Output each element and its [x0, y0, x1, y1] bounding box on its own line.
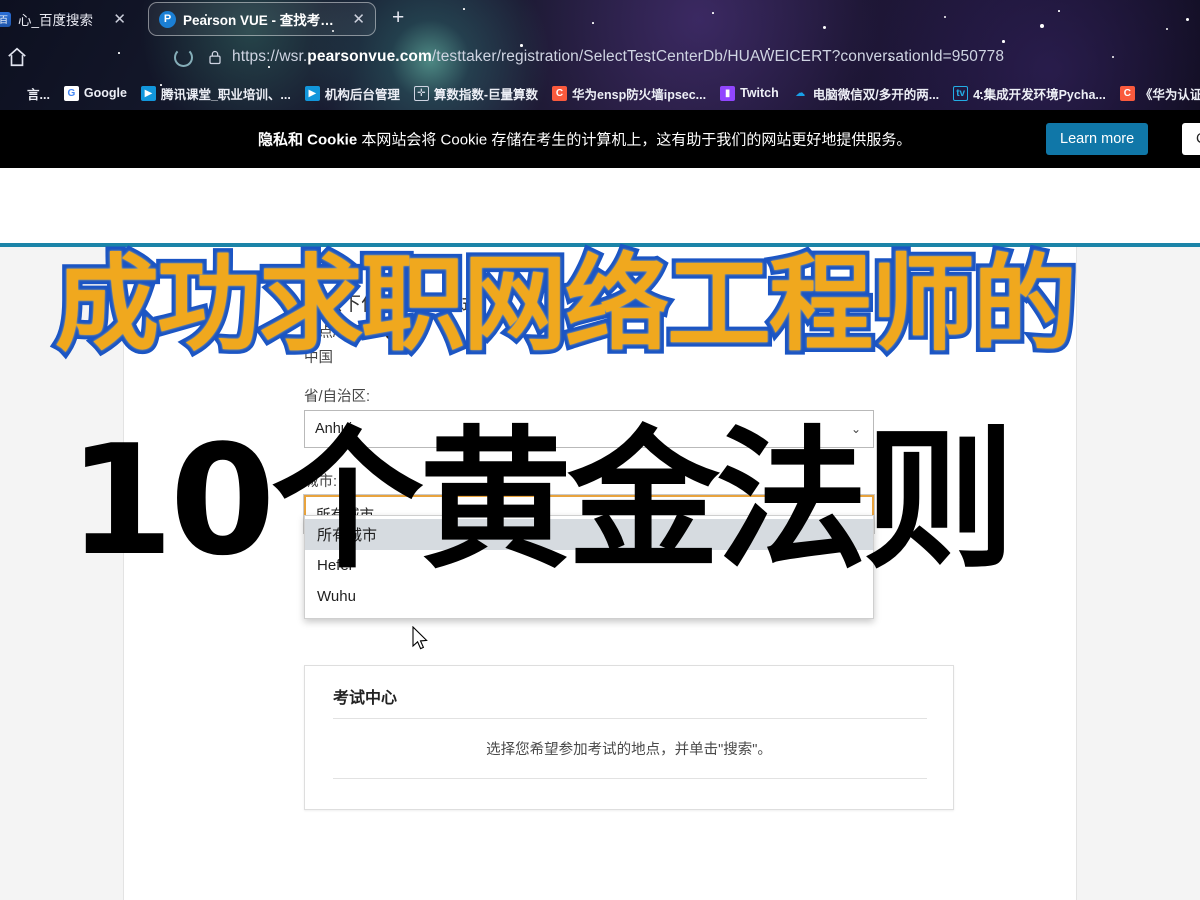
globe-icon: ✛	[413, 85, 429, 101]
url-path: /testtaker/registration/SelectTestCenter…	[431, 48, 1005, 65]
url-prefix: https://wsr.	[232, 48, 308, 65]
reload-icon[interactable]	[174, 47, 193, 67]
bookmarks-bar: 言... G Google ▶ 腾讯课堂_职业培训、... ▶ 机构后台管理 ✛…	[0, 78, 1200, 108]
bookmark-label: 电脑微信双/多开的两...	[812, 87, 940, 102]
url-text[interactable]: https://wsr.pearsonvue.com/testtaker/reg…	[232, 48, 1004, 66]
cookie-message: 隐私和 Cookie 本网站会将 Cookie 存储在考生的计算机上，这有助于我…	[258, 129, 911, 150]
google-icon: G	[63, 85, 79, 101]
csdn-icon: C	[552, 85, 568, 101]
overlay-caption-line2: 10个黄金法则	[68, 412, 1016, 589]
bookmark-item-tencent[interactable]: ▶ 腾讯课堂_职业培训、...	[134, 84, 298, 103]
close-banner-button[interactable]: Cl	[1182, 123, 1200, 155]
admin-icon: ▶	[304, 85, 320, 101]
results-divider-top	[333, 718, 927, 719]
baidu-icon: 百	[0, 11, 11, 27]
bookmark-label: 华为ensp防火墙ipsec...	[572, 87, 707, 102]
cloud-icon: ☁	[795, 87, 806, 99]
close-icon[interactable]: ✕	[113, 10, 126, 28]
learn-more-button[interactable]: Learn more	[1046, 123, 1149, 155]
tab-label: 心_百度搜索	[18, 13, 94, 28]
tab-strip: 百 心_百度搜索 ✕ P Pearson VUE - 查找考试中心 ✕ +	[0, 0, 1200, 38]
bookmark-label: 《华为认证	[1139, 87, 1200, 102]
browser-tab-baidu[interactable]: 百 心_百度搜索 ✕	[0, 2, 136, 36]
overlay-caption-line1: 成功求职网络工程师的	[50, 243, 1081, 365]
lock-icon	[207, 48, 223, 67]
results-title: 考试中心	[333, 690, 398, 707]
home-icon[interactable]	[6, 46, 28, 68]
tencent-icon: ▶	[140, 85, 156, 101]
close-icon[interactable]: ✕	[352, 10, 365, 28]
bookmark-item-huawei-ensp[interactable]: C 华为ensp防火墙ipsec...	[545, 84, 713, 103]
cookie-consent-banner: 隐私和 Cookie 本网站会将 Cookie 存储在考生的计算机上，这有助于我…	[0, 110, 1200, 168]
bookmark-item-huawei-cert[interactable]: C 《华为认证	[1113, 84, 1200, 103]
bookmark-item-0[interactable]: 言...	[0, 84, 57, 103]
bookmark-label: Google	[83, 86, 127, 100]
bookmark-label: Twitch	[740, 86, 779, 100]
bookmark-item-twitch[interactable]: ▮ Twitch	[713, 85, 786, 101]
bookmark-item-pycharm[interactable]: tv 4.集成开发环境Pycha...	[946, 84, 1113, 103]
mouse-pointer	[412, 626, 428, 650]
bilibili-icon: tv	[953, 85, 969, 101]
url-domain: pearsonvue.com	[307, 48, 432, 65]
site-header	[0, 168, 1200, 243]
bookmark-label: 腾讯课堂_职业培训、...	[160, 87, 291, 102]
browser-chrome: 百 心_百度搜索 ✕ P Pearson VUE - 查找考试中心 ✕ + ht…	[0, 0, 1200, 110]
bookmark-label: 言...	[27, 87, 50, 102]
new-tab-button[interactable]: +	[392, 6, 404, 30]
bookmark-item-google[interactable]: G Google	[57, 85, 134, 101]
results-divider-bottom	[333, 778, 927, 779]
state-label: 省/自治区:	[304, 389, 371, 405]
bookmark-item-wechat[interactable]: ☁ 电脑微信双/多开的两...	[786, 84, 946, 103]
csdn-icon: C	[1119, 85, 1135, 101]
twitch-icon: ▮	[720, 85, 736, 101]
test-center-results-card: 考试中心 选择您希望参加考试的地点，并单击"搜索"。	[304, 665, 954, 810]
bookmark-label: 4.集成开发环境Pycha...	[973, 87, 1106, 102]
bookmark-label: 机构后台管理	[324, 87, 400, 102]
bookmark-label: 算数指数-巨量算数	[433, 87, 539, 102]
results-empty-message: 选择您希望参加考试的地点，并单击"搜索"。	[486, 742, 772, 758]
cookie-message-body: 本网站会将 Cookie 存储在考生的计算机上，这有助于我们的网站更好地提供服务…	[357, 131, 912, 149]
browser-tab-pearson-vue[interactable]: P Pearson VUE - 查找考试中心 ✕	[148, 2, 376, 36]
screenshot-root: 百 心_百度搜索 ✕ P Pearson VUE - 查找考试中心 ✕ + ht…	[0, 0, 1200, 900]
cookie-message-bold: 隐私和 Cookie	[258, 131, 358, 149]
tab-label: Pearson VUE - 查找考试中心	[183, 13, 346, 28]
bookmark-item-admin[interactable]: ▶ 机构后台管理	[298, 84, 407, 103]
bookmark-item-suanshu[interactable]: ✛ 算数指数-巨量算数	[407, 84, 545, 103]
pearson-vue-icon: P	[159, 10, 176, 28]
address-bar[interactable]: https://wsr.pearsonvue.com/testtaker/reg…	[0, 40, 1200, 74]
bookmark-icon	[7, 86, 22, 101]
